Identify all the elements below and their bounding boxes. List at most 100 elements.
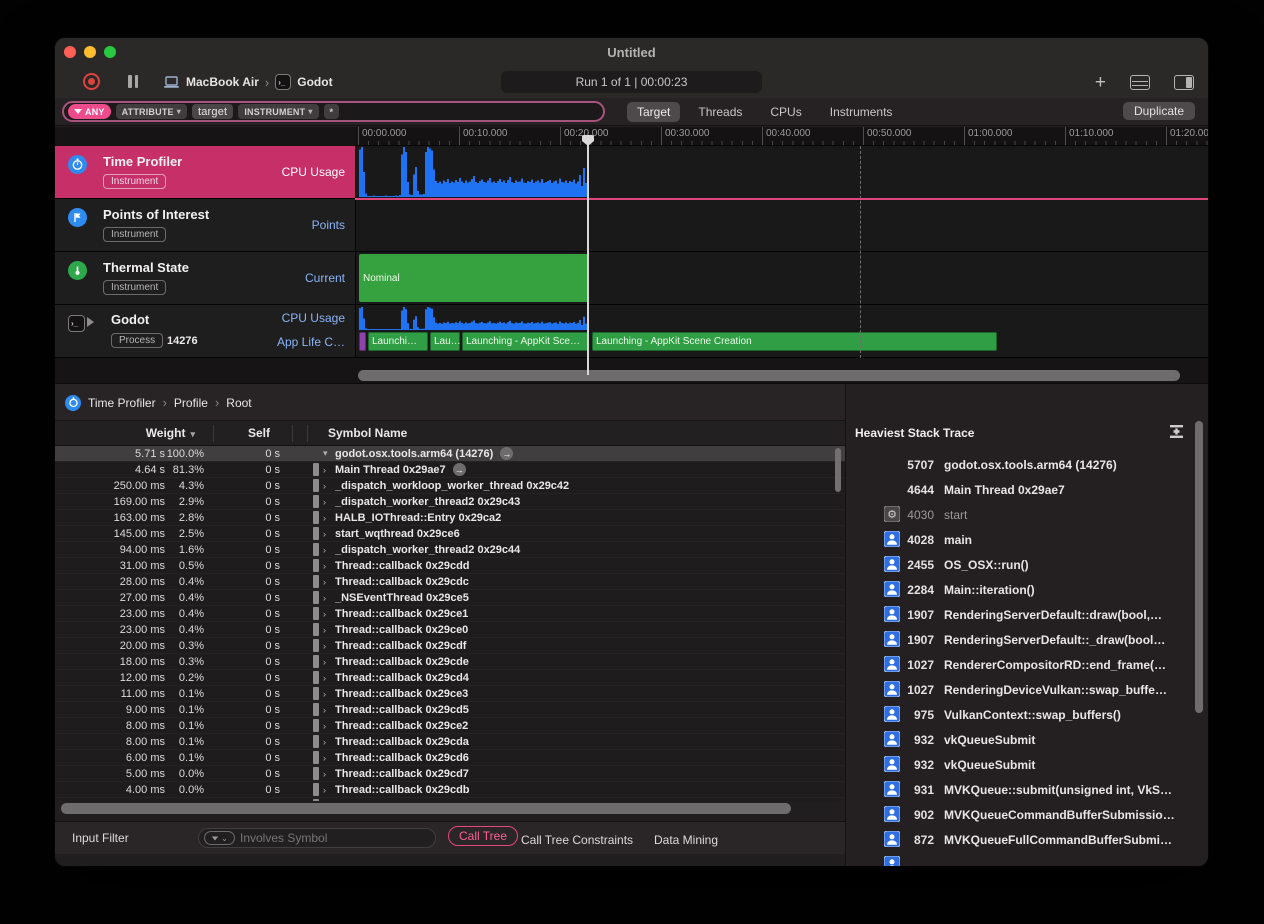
disclosure-closed-icon[interactable]: › — [323, 705, 333, 715]
disclosure-closed-icon[interactable]: › — [323, 577, 333, 587]
stack-trace-entry[interactable]: 4028main — [846, 527, 1194, 552]
thermal-state-block[interactable]: Nominal — [359, 254, 589, 302]
stack-trace-entry[interactable] — [846, 852, 1194, 866]
filter-scope-pill[interactable]: ⌄ — [204, 831, 235, 845]
track-godot-header[interactable]: ›_ Godot Process 14276 CPU Usage App Lif… — [55, 305, 355, 357]
disclosure-closed-icon[interactable]: › — [323, 769, 333, 779]
lifecycle-span[interactable]: Launching - AppKit Scene Creation — [592, 332, 997, 351]
stack-trace-entry[interactable]: 872MVKQueueFullCommandBufferSubmi… — [846, 827, 1194, 852]
title-bar[interactable]: Untitled — [55, 38, 1208, 66]
disclosure-closed-icon[interactable]: › — [323, 801, 333, 802]
disclosure-triangle[interactable] — [87, 317, 94, 327]
call-tree-row[interactable]: 145.00 ms2.5%0 s›start_wqthread 0x29ce6 — [55, 526, 845, 542]
stack-trace-entry[interactable]: 932vkQueueSubmit — [846, 752, 1194, 777]
track-poi-header[interactable]: Points of Interest Instrument Points — [55, 199, 355, 251]
pause-button[interactable] — [128, 75, 138, 88]
filter-any-token[interactable]: ANY — [68, 104, 111, 119]
track-thermal-header[interactable]: Thermal State Instrument Current — [55, 252, 355, 304]
lifecycle-span[interactable]: Launchi… — [368, 332, 428, 351]
disclosure-closed-icon[interactable]: › — [323, 609, 333, 619]
disclosure-closed-icon[interactable]: › — [323, 545, 333, 555]
run-status[interactable]: Run 1 of 1 | 00:00:23 — [501, 71, 762, 93]
track-thermal-lane[interactable]: Nominal — [355, 252, 1208, 304]
timeline-horizontal-scrollbar[interactable] — [358, 370, 1180, 381]
filter-instrument-token[interactable]: INSTRUMENT ▾ — [238, 104, 318, 119]
call-tree-button[interactable]: Call Tree — [448, 826, 518, 846]
stack-trace-entry[interactable]: 1027RenderingDeviceVulkan::swap_buffe… — [846, 677, 1194, 702]
disclosure-closed-icon[interactable]: › — [323, 481, 333, 491]
disclosure-closed-icon[interactable]: › — [323, 673, 333, 683]
symbol-filter-input[interactable]: ⌄ Involves Symbol — [198, 828, 436, 848]
disclosure-open-icon[interactable]: ▾ — [323, 448, 333, 459]
target-device-path[interactable]: MacBook Air › ›_ Godot — [163, 66, 333, 98]
breadcrumb-instrument[interactable]: Time Profiler — [88, 396, 156, 410]
record-button[interactable] — [83, 73, 100, 90]
track-time-profiler-lane[interactable] — [355, 146, 1208, 198]
filter-attribute-token[interactable]: ATTRIBUTE ▾ — [116, 104, 187, 119]
close-button[interactable] — [64, 46, 76, 58]
call-tree-row[interactable]: 250.00 ms4.3%0 s›_dispatch_workloop_work… — [55, 478, 845, 494]
stack-trace-entry[interactable]: 2455OS_OSX::run() — [846, 552, 1194, 577]
stack-trace-entry[interactable]: 932vkQueueSubmit — [846, 727, 1194, 752]
data-mining-button[interactable]: Data Mining — [654, 828, 718, 847]
table-horizontal-scrollbar[interactable] — [61, 803, 791, 814]
call-tree-row[interactable]: 4.00 ms0.0%0 s›Thread::callback 0x29cdb — [55, 782, 845, 798]
playhead-line[interactable] — [587, 135, 589, 375]
disclosure-closed-icon[interactable]: › — [323, 529, 333, 539]
call-tree-row[interactable]: 4.64 s81.3%0 s›Main Thread 0x29ae7→ — [55, 462, 845, 478]
disclosure-closed-icon[interactable]: › — [323, 657, 333, 667]
minimize-button[interactable] — [84, 46, 96, 58]
call-tree-row[interactable]: 20.00 ms0.3%0 s›Thread::callback 0x29cdf — [55, 638, 845, 654]
lifecycle-span[interactable]: Lau… — [430, 332, 460, 351]
tab-threads[interactable]: Threads — [688, 102, 752, 122]
tab-instruments[interactable]: Instruments — [820, 102, 903, 122]
call-tree-row[interactable]: 5.71 s100.0%0 s▾godot.osx.tools.arm64 (1… — [55, 446, 845, 462]
disclosure-closed-icon[interactable]: › — [323, 497, 333, 507]
add-instrument-button[interactable]: + — [1095, 73, 1106, 92]
call-tree-row[interactable]: 163.00 ms2.8%0 s›HALB_IOThread::Entry 0x… — [55, 510, 845, 526]
disclosure-closed-icon[interactable]: › — [323, 561, 333, 571]
disclosure-closed-icon[interactable]: › — [323, 513, 333, 523]
stack-trace-entry[interactable]: 1907RenderingServerDefault::draw(bool,… — [846, 602, 1194, 627]
toggle-right-panel-button[interactable] — [1174, 75, 1194, 90]
stack-trace-entry[interactable]: 902MVKQueueCommandBufferSubmissio… — [846, 802, 1194, 827]
stack-trace-entry[interactable]: 1027RendererCompositorRD::end_frame(… — [846, 652, 1194, 677]
disclosure-closed-icon[interactable]: › — [323, 689, 333, 699]
call-tree-row[interactable]: 169.00 ms2.9%0 s›_dispatch_worker_thread… — [55, 494, 845, 510]
disclosure-closed-icon[interactable]: › — [323, 721, 333, 731]
call-tree-row[interactable]: 6.00 ms0.1%0 s›Thread::callback 0x29cd6 — [55, 750, 845, 766]
track-filter-field[interactable]: ANY ATTRIBUTE ▾ target INSTRUMENT ▾ * — [62, 101, 605, 122]
focus-arrow-icon[interactable]: → — [500, 447, 513, 460]
call-tree-row[interactable]: 23.00 ms0.4%0 s›Thread::callback 0x29ce1 — [55, 606, 845, 622]
call-tree-row[interactable]: 31.00 ms0.5%0 s›Thread::callback 0x29cdd — [55, 558, 845, 574]
column-header-self[interactable]: Self — [213, 421, 292, 446]
disclosure-closed-icon[interactable]: › — [323, 465, 333, 475]
filter-star-token[interactable]: * — [324, 104, 340, 119]
track-time-profiler-header[interactable]: Time Profiler Instrument CPU Usage — [55, 146, 355, 198]
stack-trace-entry[interactable]: 4030⚙start — [846, 502, 1194, 527]
tab-cpus[interactable]: CPUs — [760, 102, 811, 122]
table-vertical-scrollbar[interactable] — [835, 448, 841, 492]
track-thermal-state[interactable]: Thermal State Instrument Current Nominal — [55, 252, 1208, 305]
zoom-button[interactable] — [104, 46, 116, 58]
disclosure-closed-icon[interactable]: › — [323, 753, 333, 763]
lifecycle-span[interactable]: Launching - AppKit Sce… — [462, 332, 589, 351]
duplicate-button[interactable]: Duplicate — [1123, 102, 1195, 120]
track-poi-lane[interactable] — [355, 199, 1208, 251]
disclosure-closed-icon[interactable]: › — [323, 641, 333, 651]
disclosure-closed-icon[interactable]: › — [323, 625, 333, 635]
call-tree-row[interactable]: 23.00 ms0.4%0 s›Thread::callback 0x29ce0 — [55, 622, 845, 638]
toggle-bottom-panel-button[interactable] — [1130, 75, 1150, 90]
lifecycle-span[interactable] — [359, 332, 366, 351]
disclosure-closed-icon[interactable]: › — [323, 785, 333, 795]
stack-trace-entry[interactable]: 5707godot.osx.tools.arm64 (14276) — [846, 452, 1194, 477]
call-tree-constraints-button[interactable]: Call Tree Constraints — [521, 828, 633, 847]
disclosure-closed-icon[interactable]: › — [323, 593, 333, 603]
track-points-of-interest[interactable]: Points of Interest Instrument Points — [55, 199, 1208, 252]
column-header-symbol[interactable]: Symbol Name — [328, 421, 407, 446]
stack-trace-entry[interactable]: 931MVKQueue::submit(unsigned int, VkS… — [846, 777, 1194, 802]
call-tree-row[interactable]: 4.00 ms0.0%0 s›Thread::callback — [55, 798, 845, 801]
call-tree-row[interactable]: 9.00 ms0.1%0 s›Thread::callback 0x29cd5 — [55, 702, 845, 718]
call-tree-row[interactable]: 11.00 ms0.1%0 s›Thread::callback 0x29ce3 — [55, 686, 845, 702]
stack-trace-entry[interactable]: 4644Main Thread 0x29ae7 — [846, 477, 1194, 502]
